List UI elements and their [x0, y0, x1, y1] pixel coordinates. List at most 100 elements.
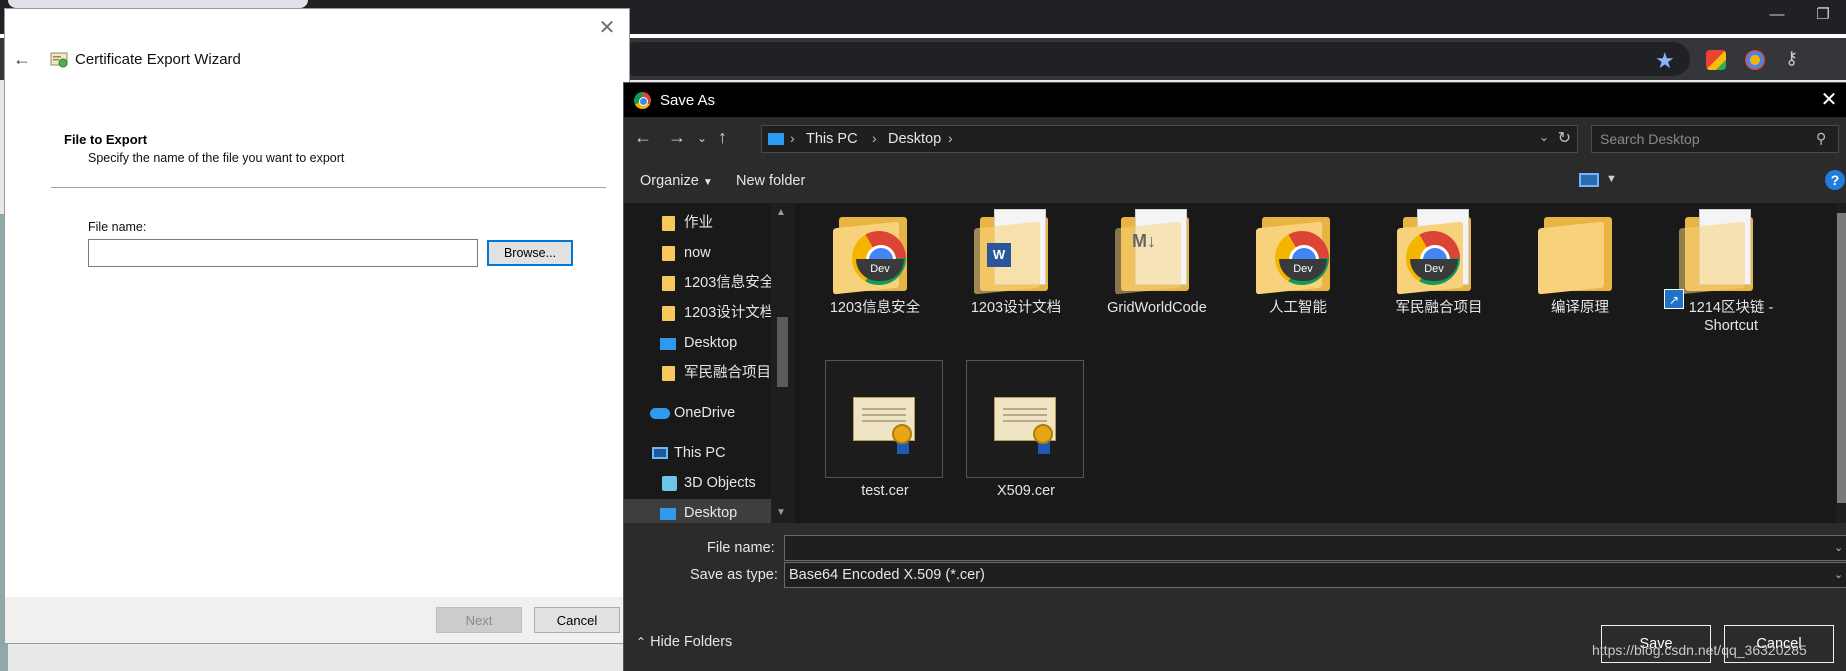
folder-icon — [1538, 221, 1604, 295]
certificate-lines — [1003, 408, 1047, 410]
file-item[interactable]: Dev 军民融合项目 — [1380, 203, 1498, 333]
certificate-lines — [862, 408, 906, 410]
search-icon[interactable]: ⚲ — [1816, 130, 1826, 147]
folder-icon — [662, 276, 675, 291]
key-icon[interactable]: ⚷ — [1785, 48, 1798, 69]
minimize-icon[interactable]: — — [1754, 0, 1800, 34]
extension-icon[interactable] — [1745, 50, 1765, 70]
sidebar-item-label: Desktop — [684, 335, 738, 351]
chevron-right-icon[interactable]: › — [872, 130, 877, 146]
3d-objects-icon — [662, 476, 677, 491]
sidebar-item-zuoye[interactable]: 作业 📌 — [624, 209, 789, 237]
certificate-icon — [50, 52, 68, 68]
file-item[interactable]: W 1203设计文档 — [957, 203, 1075, 333]
next-button[interactable]: Next — [436, 607, 522, 633]
recent-locations-icon[interactable]: ⌄ — [697, 131, 707, 145]
title-bar: Save As ✕ — [624, 83, 1846, 117]
file-name-label: File name: — [707, 540, 775, 556]
certificate-icon — [853, 397, 915, 454]
browser-tab[interactable] — [8, 0, 308, 8]
sidebar-item-3d-objects[interactable]: 3D Objects — [624, 469, 789, 497]
step-heading: File to Export — [64, 132, 148, 147]
file-name: 军民融合项目 — [1395, 300, 1483, 316]
back-arrow-icon[interactable]: ← — [13, 49, 31, 70]
sidebar-item-label: now — [684, 245, 711, 261]
sidebar-item-label: 3D Objects — [684, 475, 756, 491]
sidebar-item-this-pc[interactable]: This PC — [624, 439, 789, 467]
chevron-down-icon[interactable]: ⌄ — [1834, 568, 1843, 581]
folder-icon — [662, 246, 675, 261]
address-bar[interactable] — [620, 42, 1690, 76]
scroll-up-icon[interactable]: ▲ — [776, 207, 786, 218]
certificate-icon — [994, 397, 1056, 454]
file-name: X509.cer — [996, 483, 1056, 499]
back-arrow-icon[interactable]: ← — [634, 127, 652, 148]
new-folder-button[interactable]: New folder — [736, 173, 805, 189]
sidebar-item-label: OneDrive — [674, 405, 736, 421]
command-bar — [624, 163, 1846, 201]
markdown-icon: M↓ — [1132, 231, 1156, 251]
sidebar-item-1203-xinxi-anquan[interactable]: 1203信息安全 — [624, 269, 789, 297]
word-icon: W — [987, 243, 1011, 267]
dialog-title: Save As — [660, 92, 716, 109]
file-name-input[interactable] — [784, 535, 1846, 561]
breadcrumb-this-pc[interactable]: This PC — [806, 131, 858, 147]
file-item[interactable]: X509.cer — [966, 360, 1084, 499]
file-name: 编译原理 — [1551, 300, 1609, 316]
cancel-button[interactable]: Cancel — [534, 607, 620, 633]
sidebar-item-onedrive[interactable]: OneDrive — [624, 399, 789, 427]
this-pc-icon — [652, 447, 668, 459]
file-item[interactable]: Dev 1203信息安全 — [816, 203, 934, 333]
file-name: 1203信息安全 — [829, 300, 921, 316]
save-as-type-select[interactable]: Base64 Encoded X.509 (*.cer) — [784, 562, 1846, 588]
folder-icon — [662, 306, 675, 321]
help-icon[interactable]: ? — [1825, 170, 1845, 190]
folder-icon — [1679, 221, 1745, 295]
search-input[interactable] — [1591, 125, 1839, 153]
chrome-icon — [634, 92, 651, 109]
sidebar-item-1203-sheji-wendang[interactable]: 1203设计文档 — [624, 299, 789, 327]
close-icon[interactable]: ✕ — [593, 15, 621, 43]
certificate-export-wizard: ✕ ← Certificate Export Wizard File to Ex… — [4, 8, 630, 644]
sidebar-item-label: This PC — [674, 445, 726, 461]
file-name-input[interactable] — [88, 239, 478, 267]
file-item[interactable]: ↗ 1214区块链 - Shortcut — [1662, 203, 1780, 334]
chevron-right-icon[interactable]: › — [790, 130, 795, 146]
this-pc-icon — [768, 133, 784, 145]
file-list-scroll-thumb[interactable] — [1837, 213, 1846, 503]
forward-arrow-icon[interactable]: → — [668, 127, 686, 148]
file-item[interactable]: Dev 人工智能 — [1239, 203, 1357, 333]
refresh-icon[interactable]: ↻ — [1558, 128, 1571, 148]
scroll-down-icon[interactable]: ▼ — [776, 507, 786, 518]
file-item[interactable]: 编译原理 — [1521, 203, 1639, 333]
hide-folders-button[interactable]: ⌃ Hide Folders — [636, 634, 732, 650]
caret-down-icon[interactable]: ▼ — [1606, 173, 1617, 185]
restore-icon[interactable]: ❐ — [1800, 0, 1846, 34]
view-options-icon[interactable] — [1579, 173, 1599, 187]
wizard-title: Certificate Export Wizard — [75, 51, 241, 68]
bookmark-star-icon[interactable]: ★ — [1655, 48, 1675, 74]
chevron-right-icon[interactable]: › — [948, 130, 953, 146]
breadcrumb-desktop[interactable]: Desktop — [888, 131, 941, 147]
sidebar-item-desktop[interactable]: Desktop — [624, 329, 789, 357]
sidebar-item-junmin-ronghe[interactable]: 军民融合项目 — [624, 359, 789, 387]
extension-icon[interactable] — [1706, 50, 1726, 70]
close-icon[interactable]: ✕ — [1817, 87, 1841, 112]
screen: — ❐ ★ ⚷ ✕ ← Certificate Export Wizard Fi… — [0, 0, 1846, 671]
chevron-down-icon[interactable]: ⌄ — [1834, 541, 1843, 554]
address-bar[interactable]: › This PC › Desktop › ⌄ ↻ — [761, 125, 1578, 153]
organize-button[interactable]: Organize ▼ — [640, 173, 713, 189]
folder-icon — [662, 216, 675, 231]
sidebar-item-label: 1203信息安全 — [684, 275, 775, 291]
file-item[interactable]: M↓ GridWorldCode — [1098, 203, 1216, 333]
file-item[interactable]: test.cer — [825, 360, 943, 499]
sidebar-item-now[interactable]: now 📌 — [624, 239, 789, 267]
file-name: 1203设计文档 — [970, 300, 1062, 316]
caret-down-icon: ▼ — [702, 177, 713, 188]
step-description: Specify the name of the file you want to… — [88, 151, 345, 165]
chevron-down-icon[interactable]: ⌄ — [1539, 130, 1549, 144]
up-arrow-icon[interactable]: ↑ — [718, 127, 727, 148]
file-list: Dev 1203信息安全 W 1203设计文档 M↓ GridWorldCode — [799, 203, 1846, 523]
sidebar-scroll-thumb[interactable] — [777, 317, 788, 387]
browse-button[interactable]: Browse... — [487, 240, 573, 266]
